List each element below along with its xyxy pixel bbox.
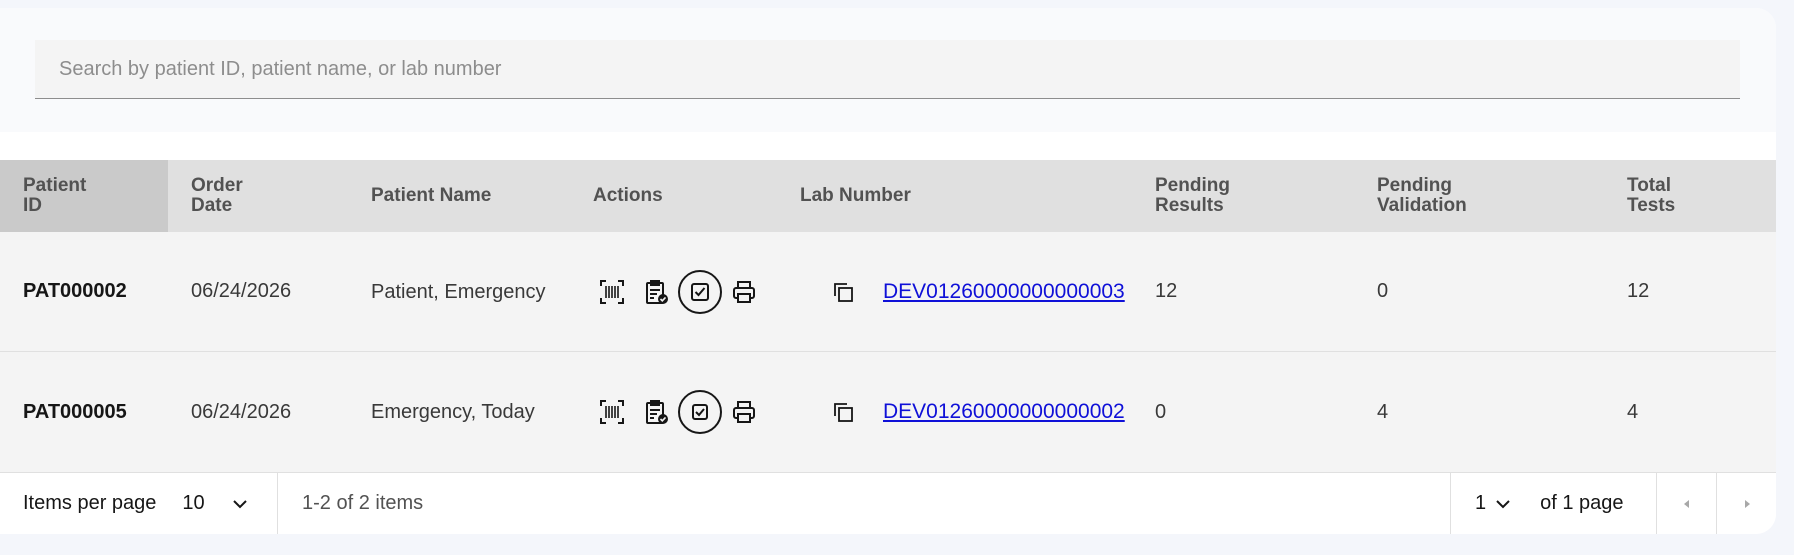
- caret-left-icon: [1683, 499, 1689, 508]
- search-area: [0, 8, 1776, 132]
- header-order-date[interactable]: Order Date: [168, 160, 348, 232]
- patient-name-cell: Patient, Emergency: [371, 280, 546, 303]
- validate-checkbox-icon[interactable]: [678, 390, 722, 434]
- pending-validation-cell: 0: [1377, 280, 1389, 302]
- barcode-icon[interactable]: [590, 390, 634, 434]
- order-date-cell: 06/24/2026: [191, 400, 292, 423]
- lab-number-link[interactable]: DEV01260000000000003: [883, 280, 1125, 304]
- items-per-page: Items per page 10: [0, 473, 277, 534]
- patient-id-cell: PAT000002: [23, 280, 127, 302]
- pending-validation-cell: 4: [1377, 400, 1389, 423]
- chevron-down-icon: [1494, 495, 1512, 513]
- header-patient-id[interactable]: Patient ID: [0, 160, 168, 232]
- actions-cell: [570, 232, 766, 351]
- table-row: PAT000002 06/24/2026 Patient, Emergency: [0, 232, 1776, 352]
- actions-cell: [570, 352, 766, 472]
- header-patient-name[interactable]: Patient Name: [348, 160, 570, 232]
- pagination-bar: Items per page 10 1-2 of 2 items 1 of 1 …: [0, 472, 1776, 534]
- header-pending-results[interactable]: Pending Results: [1132, 160, 1354, 232]
- lab-number-link[interactable]: DEV01260000000000002: [883, 400, 1125, 424]
- lab-number-cell: DEV01260000000000002: [777, 352, 1125, 472]
- printer-icon[interactable]: [722, 270, 766, 314]
- order-date-cell: 06/24/2026: [191, 280, 292, 302]
- lab-number-cell: DEV01260000000000003: [777, 232, 1125, 351]
- copy-icon[interactable]: [823, 272, 863, 312]
- header-pending-validation[interactable]: Pending Validation: [1354, 160, 1604, 232]
- barcode-icon[interactable]: [590, 270, 634, 314]
- orders-card: Patient ID Order Date Patient Name Actio…: [0, 8, 1776, 534]
- items-per-page-label: Items per page: [23, 492, 157, 514]
- header-lab-number[interactable]: Lab Number: [777, 160, 1132, 232]
- next-page-button[interactable]: [1716, 473, 1776, 534]
- pending-results-cell: 0: [1155, 400, 1167, 423]
- clipboard-check-icon[interactable]: [634, 390, 678, 434]
- clipboard-check-icon[interactable]: [634, 270, 678, 314]
- page-select[interactable]: 1: [1475, 492, 1512, 515]
- patient-name-cell: Emergency, Today: [371, 401, 535, 423]
- orders-table: Patient ID Order Date Patient Name Actio…: [0, 160, 1776, 472]
- table-header: Patient ID Order Date Patient Name Actio…: [0, 160, 1776, 232]
- table-row: PAT000005 06/24/2026 Emergency, Today DE…: [0, 352, 1776, 472]
- caret-right-icon: [1744, 499, 1750, 508]
- page-select-area: 1 of 1 page: [1450, 473, 1656, 534]
- item-range-text: 1-2 of 2 items: [277, 473, 1177, 534]
- total-tests-cell: 12: [1627, 280, 1650, 302]
- pending-results-cell: 12: [1155, 280, 1178, 302]
- items-per-page-select[interactable]: 10: [182, 492, 248, 515]
- printer-icon[interactable]: [722, 390, 766, 434]
- header-actions: Actions: [593, 185, 663, 206]
- patient-id-cell: PAT000005: [23, 400, 127, 423]
- header-total-tests[interactable]: Total Tests: [1604, 160, 1776, 232]
- copy-icon[interactable]: [823, 392, 863, 432]
- chevron-down-icon: [231, 495, 249, 513]
- search-input[interactable]: [35, 40, 1740, 99]
- validate-checkbox-icon[interactable]: [678, 269, 722, 314]
- previous-page-button[interactable]: [1656, 473, 1716, 534]
- page-total-text: of 1 page: [1540, 492, 1624, 514]
- total-tests-cell: 4: [1627, 400, 1639, 423]
